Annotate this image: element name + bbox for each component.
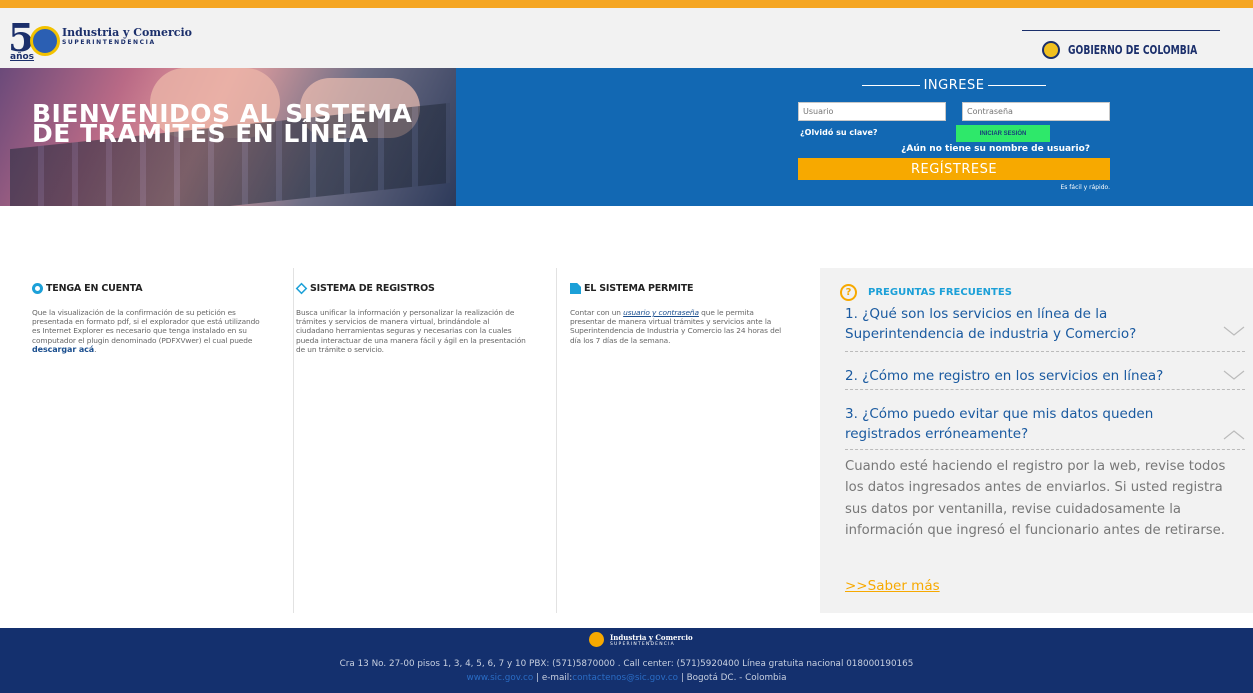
column-text: Que la visualización de la confirmación … (32, 308, 262, 354)
column-divider (556, 268, 557, 613)
logo-anos: años (10, 52, 35, 62)
faq-panel: ? PREGUNTAS FRECUENTES 1. ¿Qué son los s… (820, 268, 1253, 613)
banner: BIENVENIDOS AL SISTEMA DE TRÁMITES EN LÍ… (0, 68, 1253, 206)
login-heading-text: INGRESE (923, 77, 985, 93)
header: 5 años Industria y Comercio SUPERINTENDE… (0, 8, 1253, 70)
footer-logo-line1: Industria y Comercio (610, 632, 693, 642)
column-text: Busca unificar la información y personal… (296, 308, 526, 354)
forgot-password-link[interactable]: ¿Olvidó su clave? (800, 128, 878, 137)
gobierno-colombia-link[interactable]: GOBIERNO DE COLOMBIA (1022, 30, 1220, 70)
column-title: SISTEMA DE REGISTROS (295, 282, 528, 295)
info-column-tenga-en-cuenta: TENGA EN CUENTA Que la visualización de … (32, 268, 262, 613)
logo-text: Industria y Comercio SUPERINTENDENCIA (62, 26, 192, 46)
saber-mas-link[interactable]: >>Saber más (845, 578, 940, 594)
file-icon (570, 283, 581, 294)
chevron-down-icon[interactable] (1223, 326, 1245, 338)
sic-mark-icon (589, 632, 604, 647)
footer-contact: www.sic.gov.co | e-mail:contactenos@sic.… (0, 673, 1253, 683)
column-title-text: EL SISTEMA PERMITE (584, 283, 694, 294)
column-title: EL SISTEMA PERMITE (570, 283, 784, 294)
anniversary-50-logo: 5 años (8, 18, 66, 62)
eye-icon (32, 283, 43, 294)
faq-header: ? PREGUNTAS FRECUENTES (840, 284, 1012, 301)
column-text-end: . (94, 344, 97, 354)
sic-logo[interactable]: 5 años Industria y Comercio SUPERINTENDE… (8, 18, 192, 63)
no-user-text: ¿Aún no tiene su nombre de usuario? (901, 144, 1090, 154)
faq-item-1[interactable]: 1. ¿Qué son los servicios en línea de la… (845, 304, 1245, 352)
question-icon: ? (840, 284, 857, 301)
column-text-emphasis: usuario y contraseña (623, 308, 699, 317)
password-input[interactable] (962, 102, 1110, 121)
logo-line2: SUPERINTENDENCIA (62, 39, 156, 46)
column-text-start: Contar con un (570, 308, 624, 317)
footer: Industria y Comercio SUPERINTENDENCIA Cr… (0, 628, 1253, 693)
chevron-down-icon[interactable] (1223, 370, 1245, 382)
info-column-sistema-registros: SISTEMA DE REGISTROS Busca unificar la i… (295, 268, 528, 613)
faq-answer: Cuando esté haciendo el registro por la … (845, 459, 1226, 538)
logo-line1: Industria y Comercio (62, 26, 192, 39)
footer-logo: Industria y Comercio SUPERINTENDENCIA (589, 632, 693, 647)
column-divider (293, 268, 294, 613)
column-title: TENGA EN CUENTA (32, 283, 262, 294)
login-heading: INGRESE (798, 76, 1110, 94)
heading-rule (988, 84, 1047, 86)
faq-item-2[interactable]: 2. ¿Cómo me registro en los servicios en… (845, 366, 1245, 390)
column-title-text: SISTEMA DE REGISTROS (310, 283, 435, 294)
email-label: | e-mail: (533, 673, 573, 683)
gov-label: GOBIERNO DE COLOMBIA (1067, 43, 1198, 57)
username-input[interactable] (798, 102, 946, 121)
logo-circle-icon (30, 26, 60, 56)
login-form: INGRESE ¿Olvidó su clave? INICIAR SESIÓN… (798, 76, 1110, 191)
hero-title: BIENVENIDOS AL SISTEMA DE TRÁMITES EN LÍ… (32, 101, 452, 146)
footer-address: Cra 13 No. 27-00 pisos 1, 3, 4, 5, 6, 7 … (339, 659, 914, 669)
website-link[interactable]: www.sic.gov.co (467, 673, 534, 683)
faq-question: 2. ¿Cómo me registro en los servicios en… (845, 368, 1164, 384)
column-text-body: Que la visualización de la confirmación … (32, 308, 260, 345)
info-column-sistema-permite: EL SISTEMA PERMITE Contar con un usuario… (570, 268, 784, 613)
easy-text: Es fácil y rápido. (1060, 184, 1110, 191)
download-plugin-link[interactable]: descargar acá (32, 345, 94, 354)
login-actions: ¿Olvidó su clave? INICIAR SESIÓN (798, 124, 1110, 144)
footer-city: | Bogotá DC. - Colombia (678, 673, 787, 683)
register-button[interactable]: REGÍSTRESE (798, 158, 1110, 180)
footer-logo-line2: SUPERINTENDENCIA (610, 641, 675, 647)
column-title-text: TENGA EN CUENTA (46, 283, 143, 294)
layers-icon (295, 282, 308, 295)
heading-rule (861, 84, 920, 86)
email-link[interactable]: contactenos@sic.gov.co (572, 673, 678, 683)
login-fields (798, 102, 1110, 121)
column-text: Contar con un usuario y contraseña que l… (570, 308, 784, 345)
faq-question: 3. ¿Cómo puedo evitar que mis datos qued… (845, 406, 1154, 442)
chevron-up-icon[interactable] (1223, 428, 1245, 440)
faq-question: 1. ¿Qué son los servicios en línea de la… (845, 306, 1137, 342)
faq-title: PREGUNTAS FRECUENTES (868, 287, 1012, 298)
colombia-seal-icon (1042, 41, 1060, 59)
faq-item-3[interactable]: 3. ¿Cómo puedo evitar que mis datos qued… (845, 404, 1245, 450)
login-button[interactable]: INICIAR SESIÓN (956, 125, 1050, 142)
top-accent-bar (0, 0, 1253, 8)
